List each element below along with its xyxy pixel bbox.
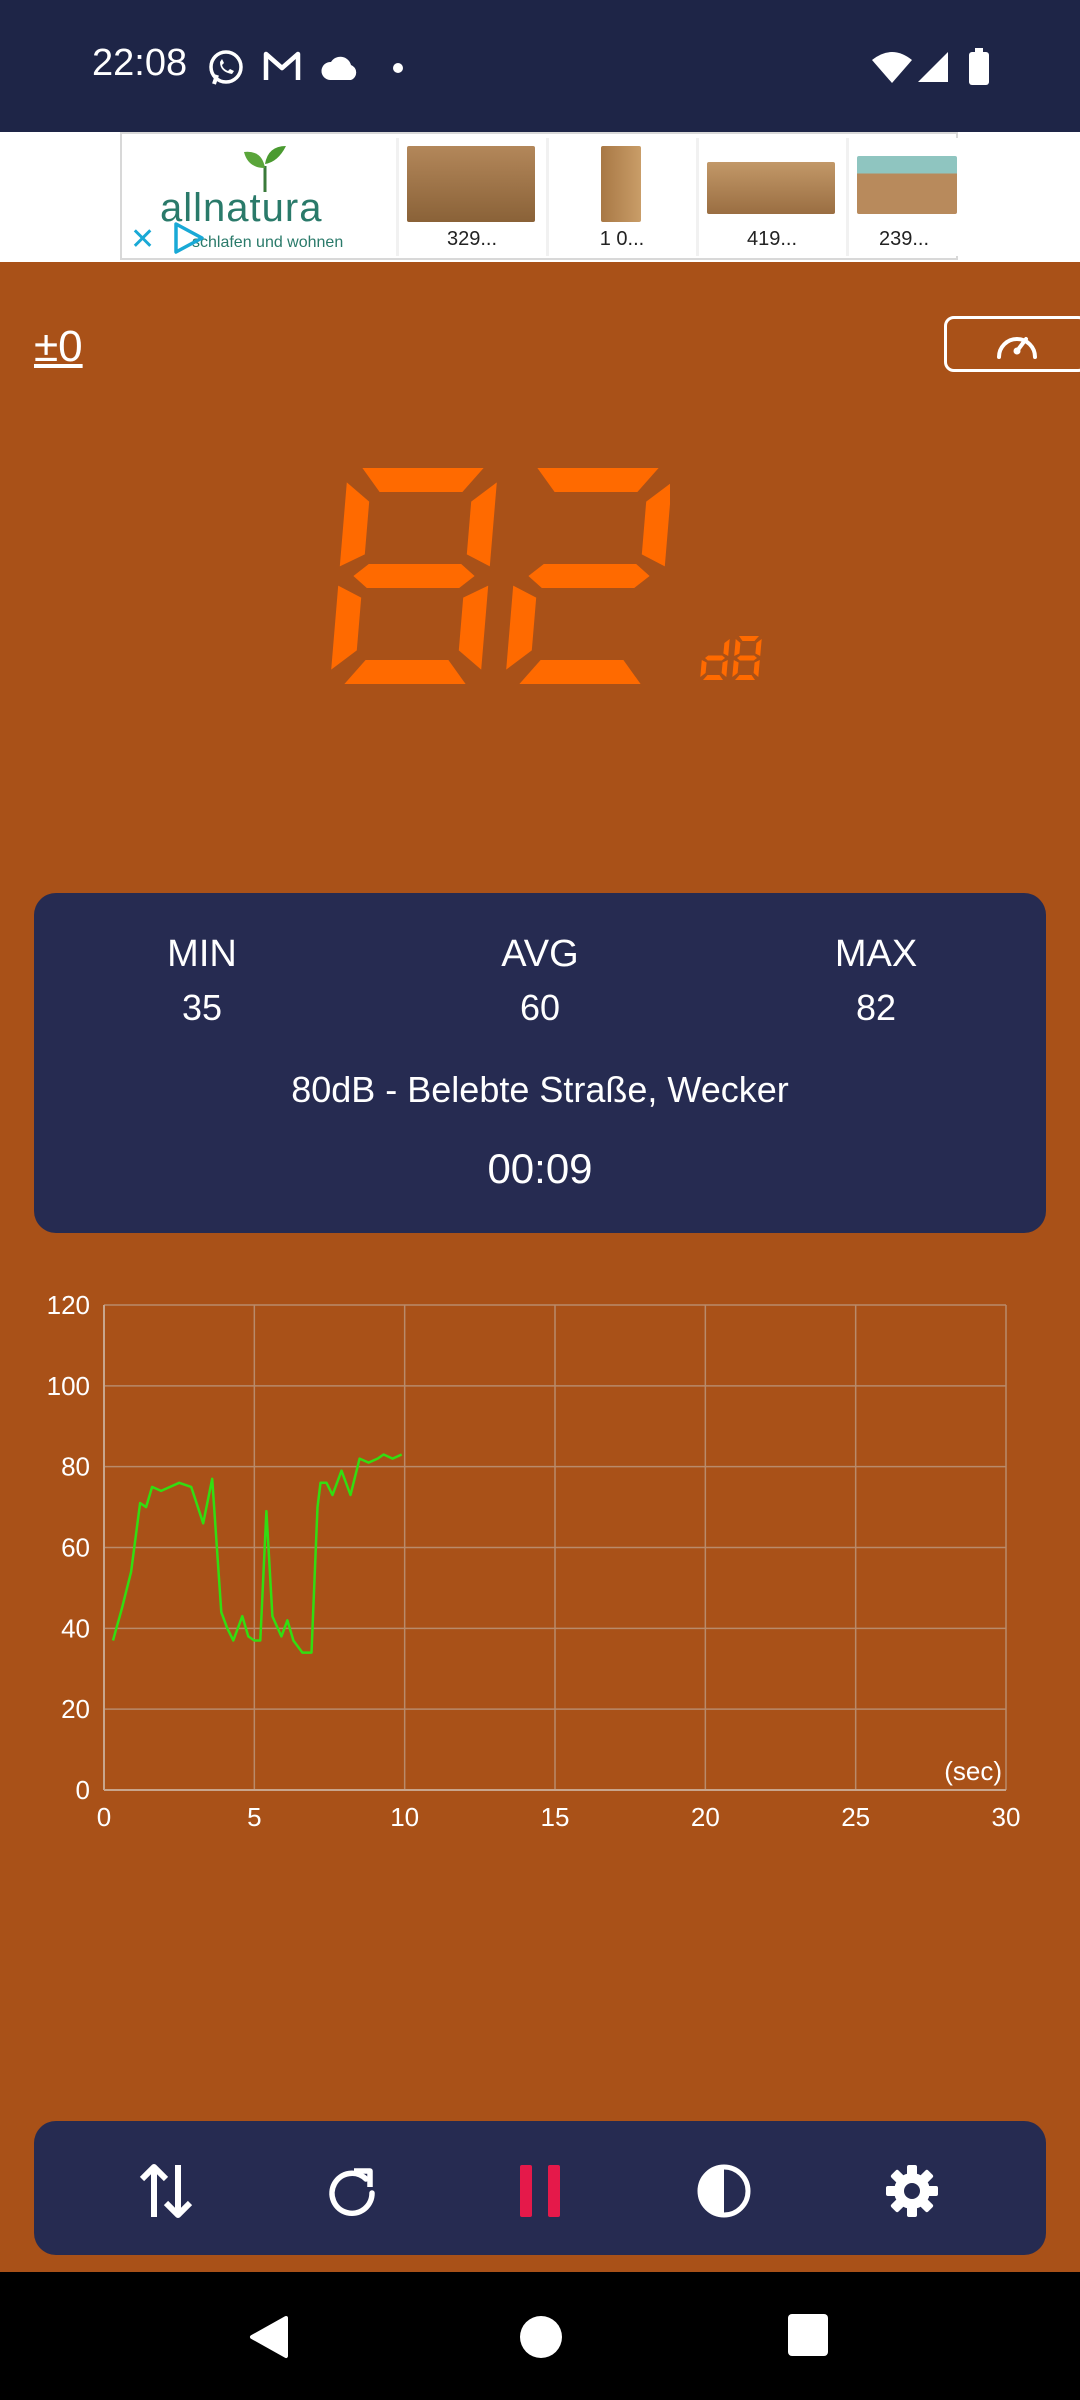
digit-segment: [537, 468, 659, 492]
avg-value: 60: [519, 987, 561, 1028]
x-tick-label: 0: [97, 1802, 111, 1832]
digit-segment: [739, 636, 759, 641]
ad-product-4[interactable]: 239...: [846, 138, 959, 256]
y-tick-label: 40: [61, 1613, 90, 1643]
gmail-icon: [263, 51, 301, 80]
digit-segment: [700, 660, 707, 677]
digit-segment: [734, 639, 741, 656]
gauge-mode-button[interactable]: [944, 316, 1080, 372]
y-tick-label: 0: [76, 1775, 90, 1805]
ad-product-2[interactable]: 1 0...: [546, 138, 695, 256]
db-unit-label: [700, 636, 762, 680]
avg-label: AVG: [501, 933, 579, 975]
status-time: 22:08: [92, 42, 188, 84]
db-history-chart: 0 20 40 60 80 100 120 0 5 10 15 20 25 30 (sec): [47, 1290, 1021, 1832]
y-tick-label: 60: [61, 1533, 90, 1563]
max-label: MAX: [834, 933, 918, 975]
sort-button[interactable]: [126, 2151, 206, 2231]
product-price: 329...: [446, 228, 498, 250]
max-value: 82: [855, 987, 897, 1028]
digit-segment: [458, 585, 489, 670]
digit-segment: [339, 482, 370, 567]
digit-segment: [721, 660, 728, 677]
ad-frame[interactable]: allnatura schlafen und wohnen ✕ 329... 1…: [120, 132, 959, 260]
ad-logo[interactable]: allnatura schlafen und wohnen ✕: [122, 134, 394, 258]
digit-segment: [737, 655, 757, 661]
reset-button[interactable]: [312, 2151, 392, 2231]
ad-banner[interactable]: allnatura schlafen und wohnen ✕ 329... 1…: [0, 132, 1080, 262]
x-tick-label: 30: [992, 1802, 1021, 1832]
digit-segment: [519, 660, 641, 684]
pause-icon: [520, 2165, 560, 2217]
min-label: MIN: [167, 933, 237, 975]
digit-segment: [506, 585, 537, 670]
elapsed-time: 00:09: [487, 1145, 593, 1192]
x-axis-label: (sec): [944, 1756, 1002, 1786]
digit-segment: [344, 660, 466, 684]
ad-product-3[interactable]: 419...: [696, 138, 845, 256]
product-image: [707, 162, 835, 214]
pause-button[interactable]: [500, 2151, 580, 2231]
recents-icon[interactable]: [786, 2312, 830, 2358]
product-price: 419...: [746, 228, 798, 250]
product-image: [407, 146, 535, 222]
calibration-offset-button[interactable]: ±0: [34, 322, 83, 372]
y-tick-label: 80: [61, 1452, 90, 1482]
status-bar: 22:08: [0, 0, 1080, 132]
y-tick-label: 120: [47, 1290, 90, 1320]
digit-segment: [641, 483, 670, 567]
dot-icon: [393, 63, 403, 73]
digit-segment: [703, 675, 723, 680]
cloud-icon: [321, 56, 357, 80]
battery-icon: [969, 48, 989, 85]
settings-button[interactable]: [872, 2151, 952, 2231]
digit-segment: [331, 585, 362, 670]
digit-segment: [723, 639, 730, 656]
product-image: [601, 146, 641, 222]
bottom-toolbar: [34, 2121, 1046, 2255]
wifi-icon: [872, 52, 912, 83]
sort-icon: [139, 2164, 193, 2218]
noise-level-description: 80dB - Belebte Straße, Wecker: [291, 1069, 789, 1110]
signal-icon: [918, 52, 948, 82]
product-image: [857, 156, 957, 214]
current-db-value: [331, 468, 670, 684]
navigation-bar: [0, 2272, 1080, 2400]
digit-segment: [735, 675, 755, 680]
min-value: 35: [181, 987, 223, 1028]
digit-segment: [362, 468, 484, 492]
x-tick-label: 10: [390, 1802, 419, 1832]
adchoices-icon[interactable]: [172, 222, 206, 254]
theme-button[interactable]: [684, 2151, 764, 2231]
reset-icon: [329, 2168, 375, 2216]
whatsapp-icon: [209, 50, 243, 85]
db-series-line: [111, 1453, 403, 1654]
digit-segment: [732, 660, 739, 677]
home-icon[interactable]: [516, 2312, 566, 2362]
digit-segment: [466, 482, 497, 567]
digit-segment: [705, 655, 725, 661]
ad-tagline: schlafen und wohnen: [192, 234, 344, 251]
y-tick-label: 100: [47, 1371, 90, 1401]
x-tick-label: 20: [691, 1802, 720, 1832]
x-tick-label: 15: [541, 1802, 570, 1832]
back-icon[interactable]: [244, 2312, 294, 2362]
digit-segment: [528, 564, 650, 588]
product-price: 239...: [878, 228, 930, 250]
x-tick-label: 5: [247, 1802, 261, 1832]
digit-segment: [753, 660, 760, 677]
theme-icon: [697, 2164, 751, 2218]
ad-product-1[interactable]: 329...: [396, 138, 545, 256]
x-tick-label: 25: [841, 1802, 870, 1832]
product-price: 1 0...: [599, 228, 645, 250]
digit-segment: [353, 564, 475, 588]
y-tick-label: 20: [61, 1694, 90, 1724]
digit-segment: [755, 639, 762, 656]
close-icon[interactable]: ✕: [130, 222, 155, 257]
stats-panel: MIN 35 AVG 60 MAX 82 80dB - Belebte Stra…: [34, 893, 1046, 1233]
settings-icon: [886, 2165, 938, 2217]
speedometer-icon: [997, 337, 1037, 359]
